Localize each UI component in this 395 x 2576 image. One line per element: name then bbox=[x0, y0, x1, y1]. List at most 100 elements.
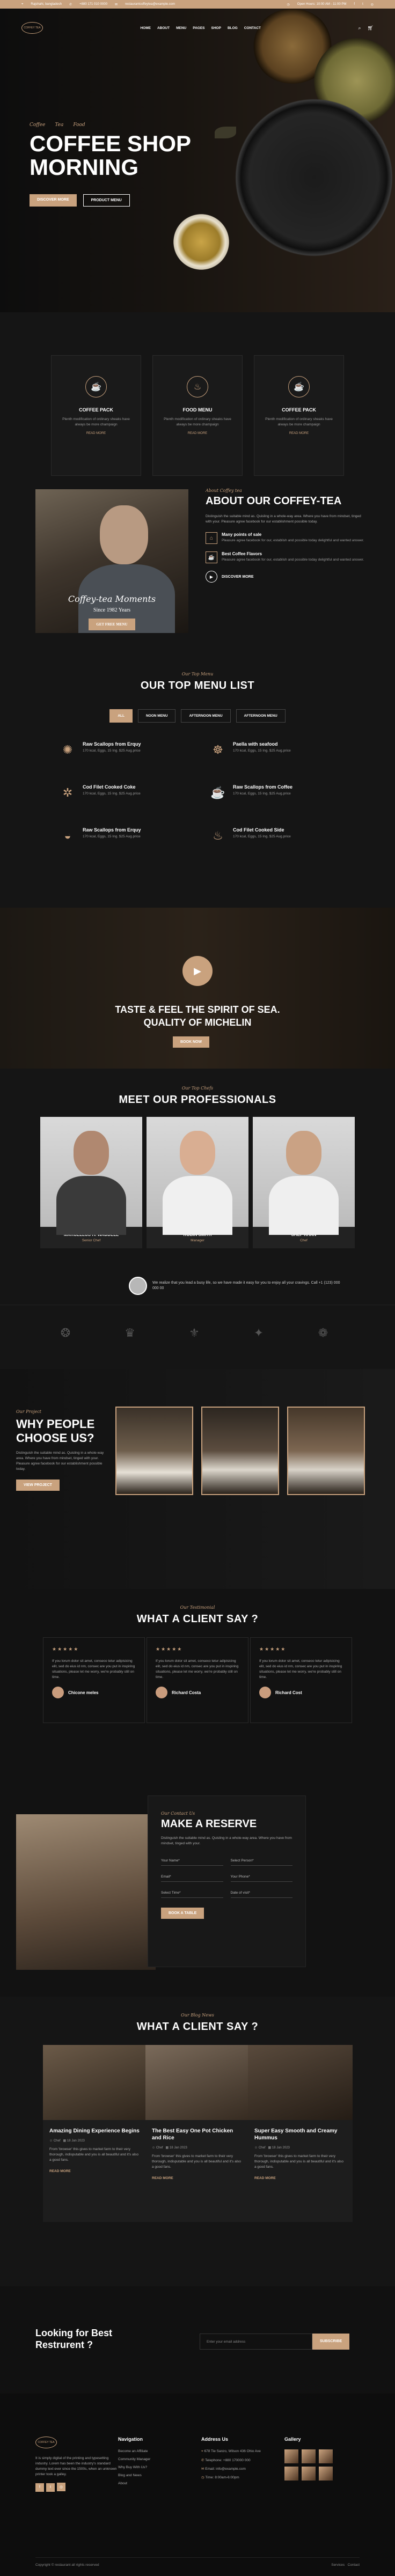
discover-more-link[interactable]: DISCOVER MORE bbox=[222, 575, 254, 579]
read-more-link[interactable]: READ MORE bbox=[49, 2169, 141, 2173]
nav-item-menu[interactable]: MENU bbox=[176, 26, 186, 30]
menu-item[interactable]: ☸ Paella with seafood 170 kcal, Eggs, 15 I… bbox=[209, 741, 349, 759]
testimonial-card: ★★★★★ If you lorum dolor sit amet, conse… bbox=[147, 1637, 248, 1723]
nav-item-contact[interactable]: CONTACT bbox=[244, 26, 261, 30]
instagram-icon[interactable]: ◎ bbox=[371, 3, 374, 6]
read-more-link[interactable]: READ MORE bbox=[152, 2176, 244, 2180]
footer-link[interactable]: About bbox=[118, 2482, 150, 2485]
footer-bottom-link[interactable]: Contact bbox=[348, 2563, 360, 2567]
menu-item[interactable]: ♨ Cod Filet Cooked Side 170 kcal, Eggs, 15… bbox=[209, 827, 349, 844]
team-role: Manager bbox=[191, 1239, 204, 1242]
date-field[interactable]: Date of visit* bbox=[230, 1888, 292, 1898]
feature-title: COFFEE PACK bbox=[79, 407, 113, 413]
blog-post-title[interactable]: Amazing Dining Experience Begins bbox=[49, 2128, 141, 2135]
nav-item-home[interactable]: HOME bbox=[140, 26, 151, 30]
read-more-link[interactable]: READ MORE bbox=[52, 432, 141, 435]
menu-item[interactable]: ◒ Raw Scallops from Erquy 170 kcal, Eggs, … bbox=[59, 827, 199, 844]
blog-post-title[interactable]: Super Easy Smooth and Creamy Hummus bbox=[254, 2128, 346, 2141]
point-title: Best Coffee Flavors bbox=[222, 551, 262, 556]
footer-address-line: ⌖ 678 Tie Sanzo, Wilson 436 Ohio Ave bbox=[201, 2449, 261, 2454]
dish-icon: ♨ bbox=[213, 829, 223, 842]
gallery-thumb[interactable] bbox=[302, 2449, 316, 2463]
phone-text[interactable]: +880 171 010 0000 bbox=[79, 3, 107, 6]
footer-link[interactable]: Community Manager bbox=[118, 2457, 150, 2461]
gallery-thumb[interactable] bbox=[319, 2467, 333, 2481]
name-field[interactable]: Your Name* bbox=[161, 1856, 223, 1866]
rating-stars-icon: ★★★★★ bbox=[52, 1646, 79, 1652]
feature-card[interactable]: ☕ COFFEE PACK Plenth modification of ord… bbox=[51, 355, 141, 476]
time-select[interactable]: Select Time* bbox=[161, 1888, 223, 1898]
tab-noon-menu[interactable]: NOON MENU bbox=[137, 709, 176, 723]
instagram-icon[interactable]: ◎ bbox=[57, 2483, 65, 2491]
twitter-icon[interactable]: t bbox=[46, 2483, 55, 2492]
cart-icon[interactable]: 🛒︎ bbox=[368, 25, 374, 31]
menu-item-name: Paella with seafood bbox=[233, 741, 278, 747]
email-text[interactable]: restaurantcoffeytea@example.com bbox=[125, 3, 175, 6]
gallery-thumb[interactable] bbox=[284, 2449, 298, 2463]
copyright-text: Copyright © restaurant all rights reserv… bbox=[35, 2563, 99, 2567]
play-button-icon[interactable]: ▶ bbox=[182, 956, 213, 986]
nav-item-pages[interactable]: PAGES bbox=[193, 26, 204, 30]
nav-item-about[interactable]: ABOUT bbox=[157, 26, 170, 30]
search-icon[interactable]: ⌕ bbox=[359, 25, 361, 31]
about-overlay-script: Coffey-tea Moments bbox=[68, 594, 156, 604]
site-logo[interactable]: COFFEY TEA bbox=[21, 22, 43, 34]
read-more-link[interactable]: READ MORE bbox=[254, 2176, 346, 2180]
gallery-thumb[interactable] bbox=[284, 2467, 298, 2481]
tab-afternoon-menu[interactable]: AFTERNOON MENU bbox=[181, 709, 231, 723]
menu-item[interactable]: ☕ Raw Scallops from Coffee 170 kcal, Eggs,… bbox=[209, 784, 349, 801]
discover-more-button[interactable]: DISCOVER MORE bbox=[30, 194, 77, 207]
blog-card[interactable]: Amazing Dining Experience Begins ☺ Chef … bbox=[43, 2045, 148, 2222]
why-kicker: Our Project bbox=[16, 1409, 42, 1414]
phone-field[interactable]: Your Phone* bbox=[230, 1872, 292, 1882]
facebook-icon[interactable]: f bbox=[354, 3, 355, 6]
menu-item[interactable]: ✲ Cod Filet Cooked Coke 170 kcal, Eggs, 15… bbox=[59, 784, 199, 801]
footer-link[interactable]: Become an Affiliate bbox=[118, 2449, 150, 2453]
tab-afternoon-menu-2[interactable]: AFTERNOON MENU bbox=[236, 709, 286, 723]
facebook-icon[interactable]: f bbox=[35, 2483, 44, 2492]
twitter-icon[interactable]: t bbox=[362, 3, 363, 6]
nav-menu: HOME ABOUT MENU PAGES SHOP BLOG CONTACT bbox=[140, 26, 261, 30]
rating-stars-icon: ★★★★★ bbox=[259, 1646, 287, 1652]
blog-date: 18 Jan 2023 bbox=[169, 2146, 187, 2150]
menu-item-meta: 170 kcal, Eggs, 15 Ing. $25 Aug.price bbox=[233, 749, 291, 753]
team-card[interactable]: MARCELLUS H. WADDELL Senior Chef bbox=[40, 1117, 142, 1248]
feature-card[interactable]: ♨ FOOD MENU Plenth modification of ordin… bbox=[152, 355, 243, 476]
read-more-link[interactable]: READ MORE bbox=[153, 432, 242, 435]
coffee-bean-icon: ☕ bbox=[206, 551, 217, 563]
nav-item-shop[interactable]: SHOP bbox=[211, 26, 221, 30]
reserve-title: MAKE A RESERVE bbox=[161, 1818, 257, 1830]
gallery-thumb[interactable] bbox=[302, 2467, 316, 2481]
footer-link[interactable]: Blog and News bbox=[118, 2474, 150, 2477]
book-now-button[interactable]: BOOK NOW bbox=[173, 1036, 210, 1048]
play-circle-icon[interactable]: ▶ bbox=[206, 571, 217, 583]
gallery-thumb[interactable] bbox=[319, 2449, 333, 2463]
book-table-button[interactable]: BOOK A TABLE bbox=[161, 1908, 204, 1919]
email-field[interactable]: Email* bbox=[161, 1872, 223, 1882]
team-card[interactable]: ROBIN SMITH Manager bbox=[147, 1117, 248, 1248]
footer-address-line: ✉ Email: info@example.com bbox=[201, 2467, 261, 2471]
person-select[interactable]: Select Person* bbox=[230, 1856, 292, 1866]
team-photo bbox=[147, 1117, 248, 1235]
footer-logo[interactable]: COFFEY TEA bbox=[35, 2437, 57, 2448]
footer-link[interactable]: Why Buy With Us? bbox=[118, 2465, 150, 2469]
fish-icon: ✺ bbox=[62, 743, 73, 756]
blog-card[interactable]: The Best Easy One Pot Chicken and Rice ☺… bbox=[145, 2045, 250, 2222]
footer-bottom-link[interactable]: Services bbox=[331, 2563, 345, 2567]
feature-card[interactable]: ☕ COFFEE PACK Plenth modification of ord… bbox=[254, 355, 344, 476]
blog-card[interactable]: Super Easy Smooth and Creamy Hummus ☺ Ch… bbox=[248, 2045, 353, 2222]
newsletter-email-input[interactable]: Enter your email address bbox=[200, 2334, 312, 2350]
product-menu-button[interactable]: PRODUCT MENU bbox=[83, 194, 130, 207]
tab-all[interactable]: ALL bbox=[109, 709, 133, 723]
blog-post-title[interactable]: The Best Easy One Pot Chicken and Rice bbox=[152, 2128, 244, 2141]
copyright-bar: Copyright © restaurant all rights reserv… bbox=[35, 2557, 360, 2567]
about-overlay-since: Since 1982 Years bbox=[93, 607, 131, 613]
menu-section: Our Top Menu OUR TOP MENU LIST ALL NOON … bbox=[0, 650, 395, 908]
read-more-link[interactable]: READ MORE bbox=[254, 432, 343, 435]
menu-item[interactable]: ✺ Raw Scallops from Erquy 170 kcal, Eggs, … bbox=[59, 741, 199, 759]
get-free-menu-button[interactable]: GET FREE MENU bbox=[89, 619, 135, 630]
subscribe-button[interactable]: SUBSCRIBE bbox=[312, 2334, 350, 2350]
team-card[interactable]: SHEF KHAN Chef bbox=[253, 1117, 355, 1248]
nav-item-blog[interactable]: BLOG bbox=[228, 26, 238, 30]
view-project-button[interactable]: VIEW PROJECT bbox=[16, 1480, 60, 1491]
